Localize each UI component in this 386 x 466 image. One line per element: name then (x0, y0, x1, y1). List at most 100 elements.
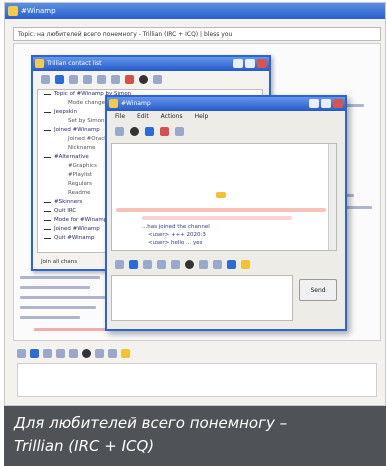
options-icon[interactable] (111, 74, 120, 84)
status-icon[interactable] (125, 74, 134, 84)
contact-list-item-label: #Skinners (54, 199, 83, 205)
contact-toolbar (33, 71, 269, 87)
menu-help[interactable]: Help (195, 111, 209, 123)
caption: Для любителей всего понемногу – Trillian… (4, 406, 386, 466)
link-icon[interactable] (69, 348, 78, 358)
image-icon[interactable] (108, 348, 117, 358)
connect-icon[interactable] (41, 74, 50, 84)
contact-list-item-label: Regulars (68, 181, 92, 187)
contact-list-item-label: Joined #Oracle (68, 136, 110, 142)
message-line (20, 306, 96, 309)
tree-branch-icon (44, 202, 51, 203)
search-icon[interactable] (97, 74, 106, 84)
close-icon[interactable] (257, 59, 267, 68)
trillian-icon (109, 99, 118, 108)
channel-topic: Topic: на любителей всего понемногу - Tr… (13, 27, 381, 41)
underline-icon[interactable] (157, 259, 166, 269)
font-icon[interactable] (115, 259, 124, 269)
chat-message: ...has joined the channel (142, 224, 210, 230)
contact-list-item-label: Joined #Winamp (54, 127, 100, 133)
emoticon-icon (216, 192, 226, 198)
maximize-icon[interactable] (245, 59, 255, 68)
bold-icon[interactable] (129, 259, 138, 269)
user-icon[interactable] (130, 126, 139, 136)
italic-icon[interactable] (43, 348, 52, 358)
chat-scrollbar[interactable] (328, 144, 336, 250)
chat-message-area[interactable]: ...has joined the channel <user> +++ 202… (111, 143, 337, 251)
trillian-icon (8, 6, 18, 16)
color-icon[interactable] (199, 259, 208, 269)
tree-branch-icon (44, 238, 51, 239)
send-button[interactable]: Send (299, 279, 337, 301)
block-icon[interactable] (160, 126, 169, 136)
add-contact-icon[interactable] (55, 74, 64, 84)
main-format-toolbar (17, 345, 377, 361)
message-line (20, 296, 106, 299)
emoticon-icon[interactable] (185, 259, 194, 269)
message-icon[interactable] (69, 74, 78, 84)
away-icon[interactable] (139, 74, 148, 84)
chat-format-toolbar (111, 257, 341, 271)
contact-list-item-label: Nickname (68, 145, 96, 151)
tree-branch-icon (44, 157, 51, 158)
maximize-icon[interactable] (321, 99, 331, 108)
globe-icon[interactable] (145, 126, 154, 136)
chat-message-input[interactable] (111, 275, 293, 321)
italic-icon[interactable] (143, 259, 152, 269)
chat-window-titlebar[interactable]: #Winamp (107, 97, 345, 111)
main-window-titlebar[interactable]: #Winamp (5, 3, 385, 19)
chat-menubar: File Edit Actions Help (107, 111, 345, 123)
contact-list-item-label: #Playlist (68, 172, 93, 178)
contact-list-item-label: Joined #Winamp (54, 226, 100, 232)
menu-file[interactable]: File (115, 111, 125, 123)
tree-branch-icon (44, 112, 51, 113)
history-icon[interactable] (115, 126, 124, 136)
image-icon[interactable] (213, 259, 222, 269)
caption-line-1: Для любителей всего понемногу – (14, 414, 288, 432)
prefs-icon[interactable] (153, 74, 162, 84)
tree-branch-icon (44, 211, 51, 212)
menu-actions[interactable]: Actions (161, 111, 183, 123)
trillian-icon (35, 59, 44, 68)
settings-icon[interactable] (175, 126, 184, 136)
smiley-icon[interactable] (241, 259, 250, 269)
contact-window-title: Trillian contact list (47, 60, 102, 67)
contact-list-item-label: Quit IRC (54, 208, 77, 214)
message-line (20, 286, 90, 289)
message-line (20, 276, 100, 279)
chat-message: <user> hello ... yes (148, 240, 203, 246)
tree-branch-icon (44, 220, 51, 221)
contact-list-item-label: Set by Simon (68, 118, 105, 124)
bold-icon[interactable] (30, 348, 39, 358)
contact-list-item-label: Jeepskin (54, 109, 77, 115)
highlight-line (142, 216, 292, 220)
font-icon[interactable] (17, 348, 26, 358)
underline-icon[interactable] (56, 348, 65, 358)
chat-message: <user> +++ 2020:3 (148, 232, 206, 238)
contact-list-item-label: Mode changed (68, 100, 109, 106)
file-icon[interactable] (227, 259, 236, 269)
menu-edit[interactable]: Edit (137, 111, 149, 123)
tree-branch-icon (44, 229, 51, 230)
minimize-icon[interactable] (309, 99, 319, 108)
screenshot: #Winamp Topic: на любителей всего понемн… (4, 2, 386, 406)
info-icon[interactable] (83, 74, 92, 84)
main-window-title: #Winamp (21, 7, 56, 15)
contact-list-item-label: #Alternative (54, 154, 89, 160)
caption-line-2: Trillian (IRC + ICQ) (14, 437, 155, 455)
color-icon[interactable] (95, 348, 104, 358)
minimize-icon[interactable] (233, 59, 243, 68)
contact-window-titlebar[interactable]: Trillian contact list (33, 57, 269, 71)
tree-branch-icon (44, 130, 51, 131)
close-icon[interactable] (333, 99, 343, 108)
chat-window: #Winamp File Edit Actions Help ...has jo… (105, 95, 347, 331)
emoticon-icon[interactable] (82, 348, 91, 358)
highlight-line (116, 208, 326, 212)
contact-list-item-label: Quit #Winamp (54, 235, 95, 241)
chat-window-title: #Winamp (121, 100, 151, 107)
main-message-input[interactable] (17, 363, 377, 397)
smiley-icon[interactable] (121, 348, 130, 358)
chat-toolbar (107, 123, 345, 139)
link-icon[interactable] (171, 259, 180, 269)
contact-list-item-label: #Graphics (68, 163, 97, 169)
